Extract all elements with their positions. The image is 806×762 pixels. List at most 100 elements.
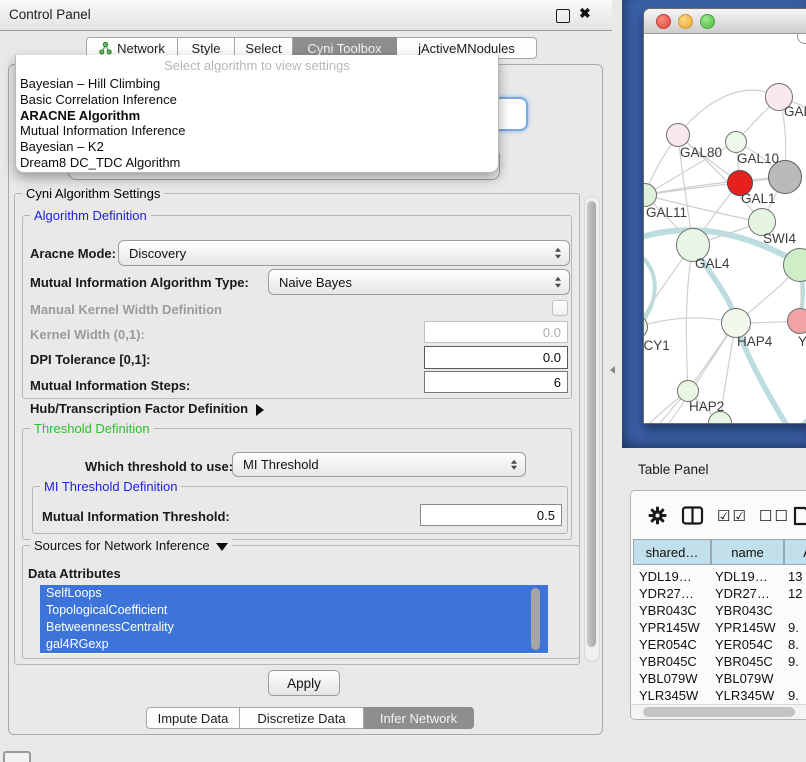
mi-steps-field[interactable]: 6 xyxy=(424,371,568,393)
tab-cyni-toolbox-label: Cyni Toolbox xyxy=(307,41,381,56)
kernel-width-label: Kernel Width (0,1): xyxy=(30,327,145,342)
table-cell[interactable]: YPR145W xyxy=(715,620,776,635)
node-gal80[interactable] xyxy=(666,123,690,147)
table-cell[interactable]: 8. xyxy=(788,637,799,652)
algorithm-option[interactable]: Basic Correlation Inference xyxy=(20,92,490,108)
tab-select-label: Select xyxy=(245,41,281,56)
network-canvas[interactable]: GAL GAL80 GAL10 GAL1 GAL11 SWI4 GAL4 HAP… xyxy=(644,34,806,423)
show-selected-columns-icon[interactable]: ☑☑ xyxy=(717,507,748,525)
minimized-panel-icon[interactable] xyxy=(3,751,31,762)
table-cell[interactable]: YLR345W xyxy=(715,688,774,703)
list-item[interactable]: TopologicalCoefficient xyxy=(40,602,548,619)
close-icon[interactable]: ✖ xyxy=(579,5,591,22)
unchecked-box-icon: ☐ xyxy=(774,508,789,525)
table-cell[interactable]: 9. xyxy=(788,688,799,703)
mi-threshold-label: Mutual Information Threshold: xyxy=(42,509,230,524)
table-cell[interactable]: YBR043C xyxy=(639,603,697,618)
data-attributes-list[interactable]: SelfLoops TopologicalCoefficient Between… xyxy=(40,585,548,654)
tab-discretize-data[interactable]: Discretize Data xyxy=(240,707,364,729)
kernel-width-value: 0.0 xyxy=(543,325,561,340)
table-cell[interactable]: YER054C xyxy=(715,637,773,652)
zoom-traffic-light[interactable] xyxy=(700,14,715,29)
table-cell[interactable]: 13 xyxy=(788,569,802,584)
minimize-traffic-light[interactable] xyxy=(678,14,693,29)
mi-threshold-field[interactable]: 0.5 xyxy=(420,504,562,526)
mi-type-value: Naive Bayes xyxy=(279,275,352,290)
settings-scrollbar[interactable] xyxy=(584,196,600,662)
collapsed-arrow-icon xyxy=(256,404,264,416)
float-window-icon[interactable] xyxy=(556,9,570,23)
manual-kernel-label: Manual Kernel Width Definition xyxy=(30,302,222,317)
panel-divider-grip[interactable] xyxy=(610,366,615,374)
tab-impute-data-label: Impute Data xyxy=(158,711,229,726)
aracne-mode-combobox[interactable]: Discovery xyxy=(118,240,570,266)
tab-impute-data[interactable]: Impute Data xyxy=(146,707,240,729)
node-label: Y xyxy=(798,334,806,349)
settings-scrollbar-thumb[interactable] xyxy=(587,201,596,647)
sources-group-title[interactable]: Sources for Network Inference xyxy=(30,538,232,553)
table-panel-title: Table Panel xyxy=(638,462,709,477)
algorithm-dropdown-popup: Select algorithm to view settings Bayesi… xyxy=(15,55,499,173)
which-threshold-combobox[interactable]: MI Threshold xyxy=(232,452,526,477)
table-cell[interactable]: YBR043C xyxy=(715,603,773,618)
table-cell[interactable]: 9. xyxy=(788,654,799,669)
tab-infer-network[interactable]: Infer Network xyxy=(364,707,474,729)
list-item[interactable]: BetweennessCentrality xyxy=(40,619,548,636)
hide-columns-icon[interactable]: ☐☐ xyxy=(759,507,790,525)
close-traffic-light[interactable] xyxy=(656,14,671,29)
node-salmon[interactable] xyxy=(787,308,806,334)
column-header-shared[interactable]: shared… xyxy=(633,539,711,565)
combo-stepper-icon xyxy=(555,277,561,288)
network-window[interactable]: GAL GAL80 GAL10 GAL1 GAL11 SWI4 GAL4 HAP… xyxy=(643,8,806,424)
table-cell[interactable]: 12 xyxy=(788,586,802,601)
apply-button[interactable]: Apply xyxy=(268,670,340,696)
mi-type-combobox[interactable]: Naive Bayes xyxy=(268,269,570,295)
table-cell[interactable]: YER054C xyxy=(639,637,697,652)
table-cell[interactable]: YBR045C xyxy=(639,654,697,669)
checked-box-icon: ☑ xyxy=(732,508,747,525)
kernel-width-field[interactable]: 0.0 xyxy=(424,321,568,343)
tab-infer-network-label: Infer Network xyxy=(380,711,457,726)
table-cell[interactable]: YPR145W xyxy=(639,620,700,635)
column-header-label: name xyxy=(731,545,764,560)
export-table-icon[interactable] xyxy=(793,505,806,532)
algorithm-option[interactable]: Mutual Information Inference xyxy=(20,123,490,139)
column-header-name[interactable]: name xyxy=(711,539,784,565)
horizontal-scrollbar[interactable] xyxy=(631,704,806,720)
dpi-tolerance-value: 0.0 xyxy=(543,350,561,365)
algorithm-option-selected[interactable]: ARACNE Algorithm xyxy=(20,108,490,124)
node-label: HAP2 xyxy=(689,399,724,414)
table-cell[interactable]: YDL19… xyxy=(639,569,692,584)
table-cell[interactable]: YDL19… xyxy=(715,569,768,584)
mi-threshold-group-title: MI Threshold Definition xyxy=(40,479,181,494)
table-cell[interactable]: YBL079W xyxy=(715,671,774,686)
gear-icon[interactable] xyxy=(647,505,668,531)
algorithm-option[interactable]: Dream8 DC_TDC Algorithm xyxy=(20,155,490,171)
list-item[interactable]: gal4RGexp xyxy=(40,636,548,653)
manual-kernel-checkbox[interactable] xyxy=(552,300,568,316)
table-cell[interactable]: YDR27… xyxy=(715,586,770,601)
node-label: GAL10 xyxy=(737,151,779,166)
hub-definition-toggle[interactable]: Hub/Transcription Factor Definition xyxy=(30,401,264,416)
combo-stepper-icon xyxy=(555,248,561,259)
list-item[interactable]: SelfLoops xyxy=(40,585,548,602)
horizontal-scrollbar-thumb[interactable] xyxy=(643,707,795,717)
table-cell[interactable]: YLR345W xyxy=(639,688,698,703)
split-columns-icon[interactable] xyxy=(681,505,704,531)
dpi-tolerance-field[interactable]: 0.0 xyxy=(424,346,568,369)
control-panel-titlebar: Control Panel ✖ xyxy=(0,0,612,31)
list-scrollbar-thumb[interactable] xyxy=(531,588,540,650)
algorithm-option[interactable]: Bayesian – Hill Climbing xyxy=(20,76,490,92)
table-cell[interactable]: YBR045C xyxy=(715,654,773,669)
mi-steps-label: Mutual Information Steps: xyxy=(30,378,190,393)
table-cell[interactable]: YDR27… xyxy=(639,586,694,601)
column-header-clipped[interactable]: A xyxy=(784,539,806,565)
table-cell[interactable]: 9. xyxy=(788,620,799,635)
network-window-titlebar[interactable] xyxy=(644,9,806,34)
tab-style-label: Style xyxy=(192,41,221,56)
mi-type-label: Mutual Information Algorithm Type: xyxy=(30,275,249,290)
algorithm-option[interactable]: Bayesian – K2 xyxy=(20,139,490,155)
node-label: GAL4 xyxy=(695,256,730,271)
node-gal10[interactable] xyxy=(725,131,747,153)
table-cell[interactable]: YBL079W xyxy=(639,671,698,686)
